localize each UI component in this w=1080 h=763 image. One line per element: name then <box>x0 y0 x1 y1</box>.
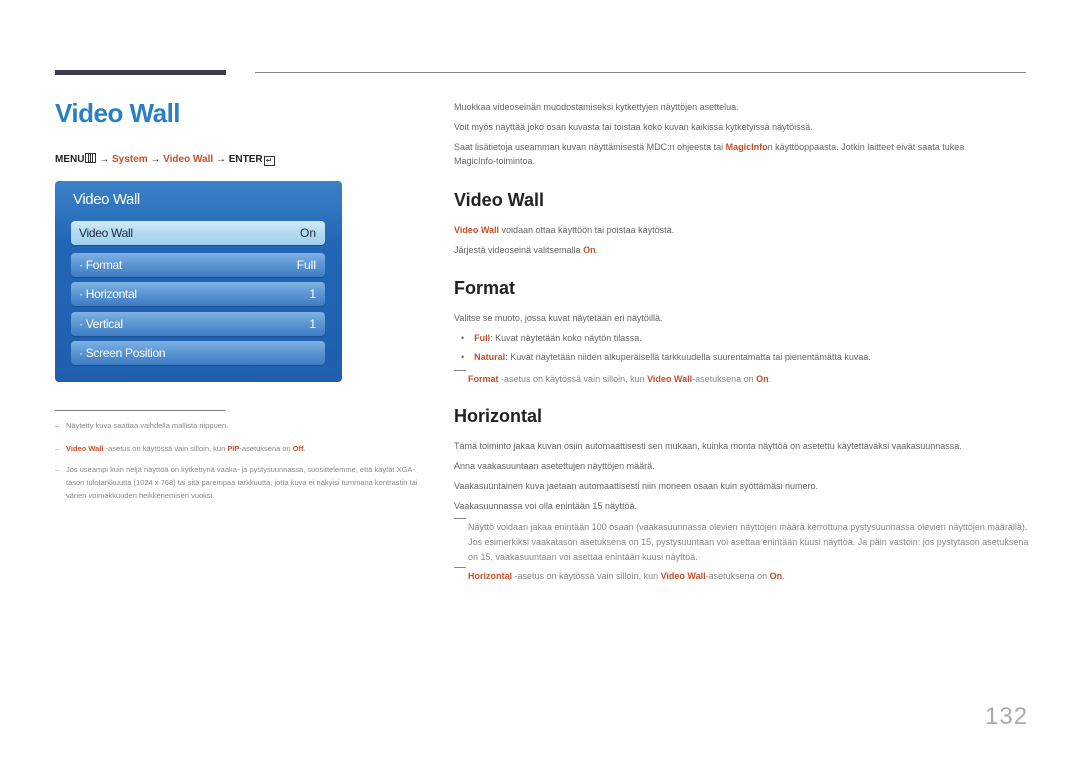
footnote-2: – Video Wall -asetus on käytössä vain si… <box>55 442 425 455</box>
osd-item-label: · Screen Position <box>79 346 166 360</box>
enter-label: ENTER <box>228 154 263 165</box>
text: . <box>595 245 599 255</box>
horizontal-p1: Tämä toiminto jakaa kuvan osiin automaat… <box>454 441 962 451</box>
text: -asetuksena on <box>705 571 770 581</box>
hl-off: Off <box>292 444 304 453</box>
heading-horizontal: Horizontal <box>454 406 542 426</box>
heading-video-wall: Video Wall <box>454 190 545 210</box>
osd-menu-panel: Video Wall Video Wall On · Format Full ·… <box>55 181 342 382</box>
format-p1: Valitse se muoto, jossa kuvat näytetään … <box>454 313 663 323</box>
footnote-text: Video Wall -asetus on käytössä vain sill… <box>55 442 425 455</box>
hl-pip: PIP <box>227 444 240 453</box>
hl-video-wall: Video Wall <box>647 374 693 384</box>
osd-item-horizontal[interactable]: · Horizontal 1 <box>71 282 325 306</box>
hl-video-wall: Video Wall <box>660 571 706 581</box>
footnote-1: – Näytetty kuva saattaa vaihdella mallis… <box>55 419 425 432</box>
hl-on: On <box>769 571 783 581</box>
text: Järjestä videoseinä valitsemalla <box>454 245 584 255</box>
hl-video-wall: Video Wall <box>66 444 104 453</box>
header-rule-thin <box>255 72 1026 73</box>
video-wall-p1: Video Wall voidaan ottaa käyttöön tai po… <box>454 225 674 235</box>
note-mark <box>454 370 466 371</box>
text: n käyttöoppaasta. Jotkin laitteet eivät … <box>767 142 965 152</box>
menu-path-system: System <box>112 154 148 165</box>
menu-path: MENU → System → Video Wall → ENTER ↵ <box>55 153 275 166</box>
text: : Kuvat näytetään niiden alkuperäisellä … <box>505 352 871 362</box>
hl-format: Format <box>468 374 499 384</box>
arrow-3: → <box>215 154 226 165</box>
dash: – <box>55 444 60 453</box>
osd-item-label: · Format <box>79 258 122 272</box>
bullet-dot: • <box>461 352 465 362</box>
intro-p3: Saat lisätietoja useamman kuvan näyttämi… <box>454 142 964 152</box>
menu-path-video-wall: Video Wall <box>163 154 214 165</box>
hl-on: On <box>756 374 769 384</box>
page-number: 132 <box>985 703 1029 730</box>
text: Saat lisätietoja useamman kuvan näyttämi… <box>454 142 726 152</box>
text: voidaan ottaa käyttöön tai poistaa käytö… <box>499 225 675 235</box>
text: -asetuksena on <box>239 444 293 453</box>
note-text: Format -asetus on käytössä vain silloin,… <box>454 372 1029 387</box>
format-note: Format -asetus on käytössä vain silloin,… <box>454 370 1029 387</box>
header-rule-thick <box>55 70 226 75</box>
horizontal-p2: Anna vaakasuuntaan asetettujen näyttöjen… <box>454 461 655 471</box>
intro-p1: Muokkaa videoseinän muodostamiseksi kytk… <box>454 102 739 112</box>
dash: – <box>55 465 60 474</box>
text: . <box>768 374 772 384</box>
osd-title: Video Wall <box>73 191 140 208</box>
heading-format: Format <box>454 278 516 298</box>
osd-item-value: Full <box>296 258 316 272</box>
osd-item-value: 1 <box>309 317 316 331</box>
text: . <box>303 444 306 453</box>
osd-item-video-wall[interactable]: Video Wall On <box>71 221 325 245</box>
arrow-1: → <box>99 154 110 165</box>
intro-p3-cont: MagicInfo-toimintoa. <box>454 156 536 166</box>
text: -asetus on käytössä vain silloin, kun <box>512 571 661 581</box>
note-text: Näyttö voidaan jakaa enintään 100 osaan … <box>468 522 1029 562</box>
menu-icon <box>85 153 97 163</box>
menu-label: MENU <box>55 154 85 165</box>
hl-magicinfo: MagicInfo <box>725 142 768 152</box>
hl-on: On <box>583 245 596 255</box>
text: -asetuksena on <box>692 374 757 384</box>
hl-video-wall: Video Wall <box>454 225 500 235</box>
text: . <box>782 571 785 581</box>
hl-full: Full <box>474 333 491 343</box>
page-title: Video Wall <box>55 98 181 128</box>
note-mark <box>454 518 466 519</box>
text: : Kuvat näytetään koko näytön tilassa. <box>490 333 642 343</box>
note-mark <box>454 567 466 568</box>
video-wall-p2: Järjestä videoseinä valitsemalla On. <box>454 245 598 255</box>
hl-natural: Natural <box>474 352 506 362</box>
horizontal-p4: Vaakasuunnassa voi olla enintään 15 näyt… <box>454 501 637 511</box>
horizontal-note-2: Horizontal -asetus on käytössä vain sill… <box>454 567 1029 584</box>
horizontal-note-1: Näyttö voidaan jakaa enintään 100 osaan … <box>454 518 1029 565</box>
footnote-rule <box>55 410 225 411</box>
osd-item-label: Video Wall <box>79 226 133 240</box>
osd-item-label: · Vertical <box>79 317 123 331</box>
enter-icon: ↵ <box>263 156 275 166</box>
footnote-text: Jos useampi kuin neljä näyttöä on kytket… <box>66 465 418 500</box>
bullet-dot: • <box>461 333 465 343</box>
osd-item-screen-position[interactable]: · Screen Position <box>71 341 325 365</box>
text: -asetus on käytössä vain silloin, kun <box>498 374 648 384</box>
footnote-text: Näytetty kuva saattaa vaihdella mallista… <box>66 421 229 430</box>
dash: – <box>55 421 60 430</box>
hl-horizontal: Horizontal <box>468 571 512 581</box>
osd-item-label: · Horizontal <box>79 287 137 301</box>
format-bullet-natural: • Natural: Kuvat näytetään niiden alkupe… <box>461 352 871 362</box>
osd-item-format[interactable]: · Format Full <box>71 253 325 277</box>
intro-p2: Voit myös näyttää joko osan kuvasta tai … <box>454 122 813 132</box>
horizontal-p3: Vaakasuuntainen kuva jaetaan automaattis… <box>454 481 819 491</box>
arrow-2: → <box>150 154 161 165</box>
footnote-3: – Jos useampi kuin neljä näyttöä on kytk… <box>55 463 425 502</box>
format-bullet-full: • Full: Kuvat näytetään koko näytön tila… <box>461 333 642 343</box>
note-text: Horizontal -asetus on käytössä vain sill… <box>454 569 1029 584</box>
osd-item-value: On <box>299 226 316 240</box>
osd-item-value: 1 <box>309 287 316 301</box>
osd-item-vertical[interactable]: · Vertical 1 <box>71 312 325 336</box>
text: -asetus on käytössä vain silloin, kun <box>103 444 228 453</box>
